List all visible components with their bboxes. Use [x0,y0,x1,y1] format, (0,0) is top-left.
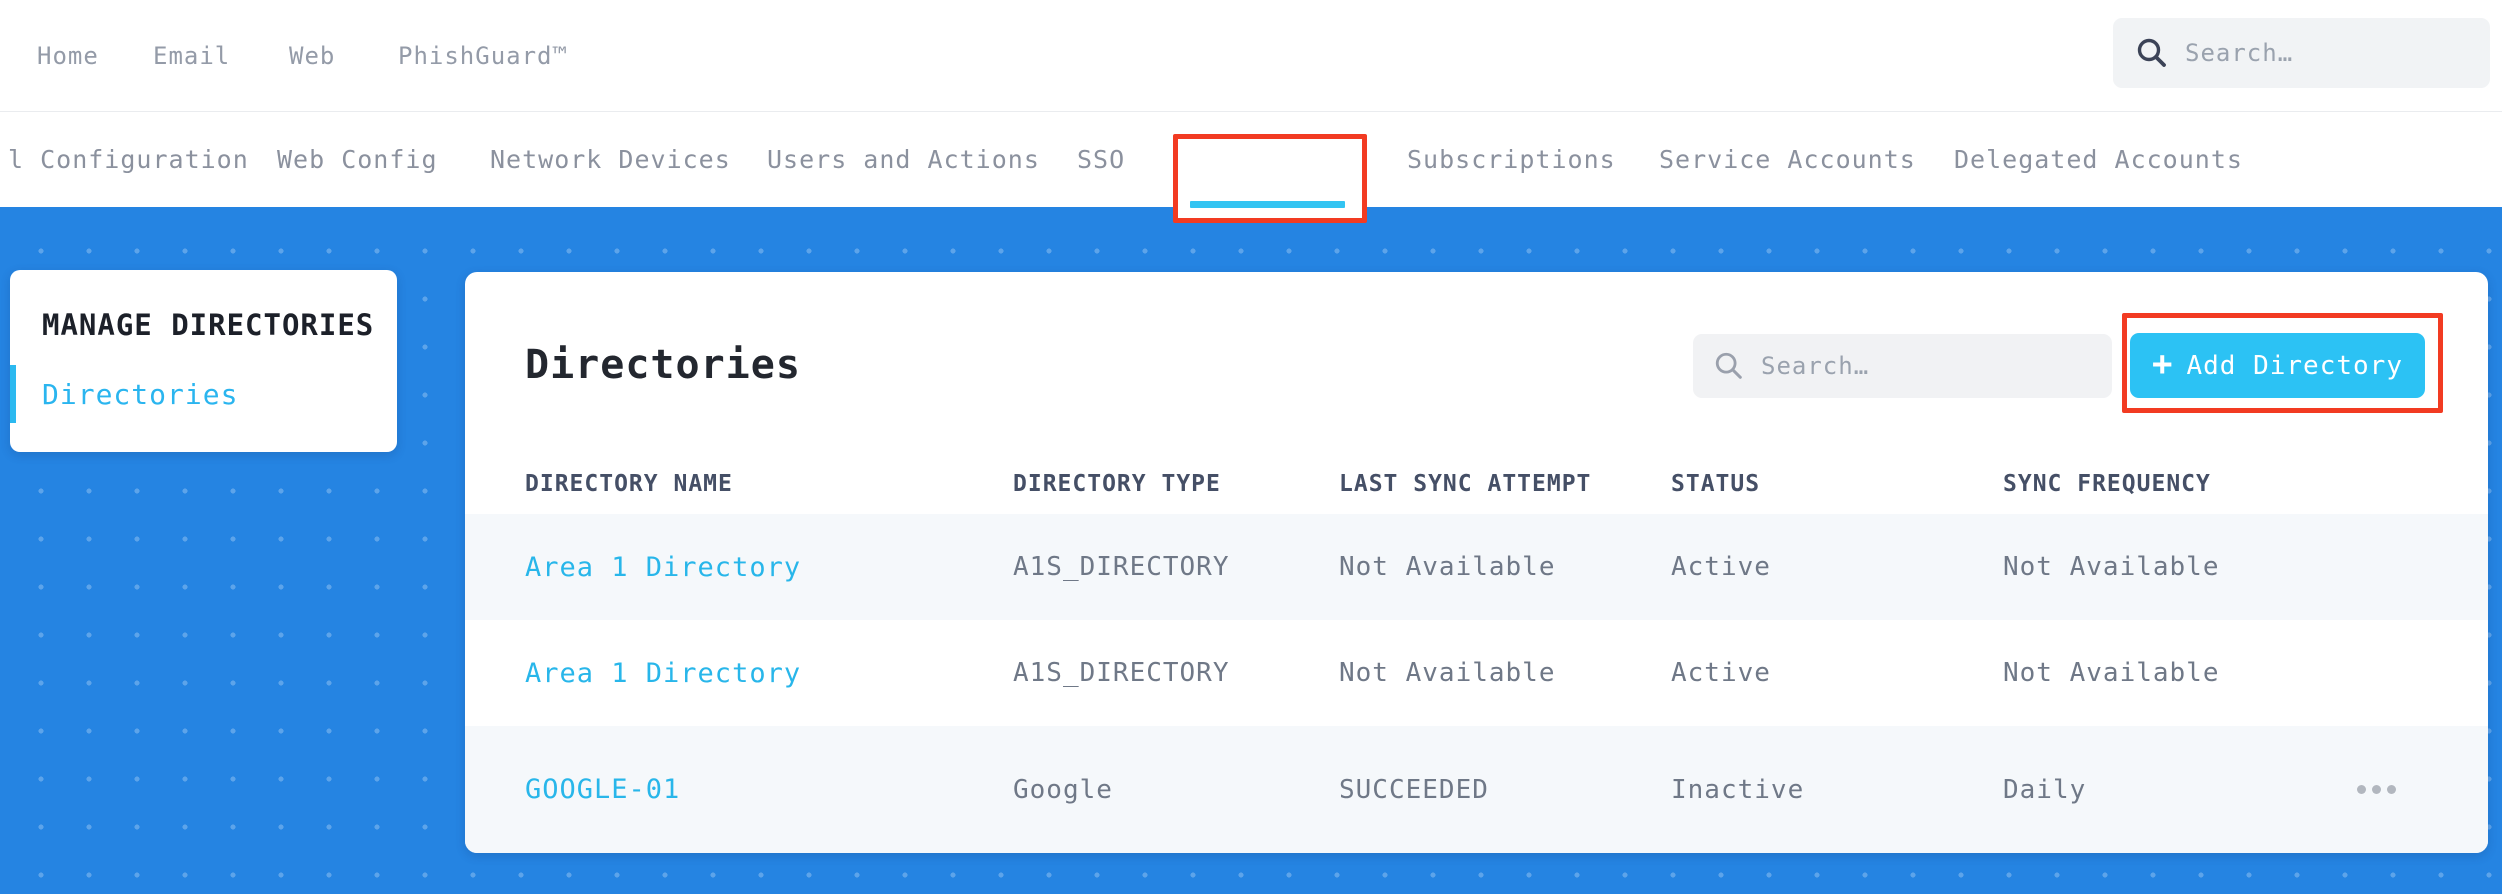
page: Home Email Web PhishGuard™ l Configurati… [0,0,2502,894]
column-header-directory-type: DIRECTORY TYPE [1013,471,1221,497]
global-search[interactable] [2113,18,2490,88]
column-header-status: STATUS [1671,471,1761,497]
column-header-sync-frequency: SYNC FREQUENCY [2003,471,2211,497]
top-navigation-bar: Home Email Web PhishGuard™ [0,0,2502,112]
sidebar-item-directories[interactable]: Directories [42,378,238,411]
directory-type-cell: A1S_DIRECTORY [1013,552,1230,582]
manage-directories-panel: MANAGE DIRECTORIES Directories [10,270,397,452]
tab-service-accounts[interactable]: Service Accounts [1659,113,1916,207]
status-cell: Active [1671,658,1771,688]
status-cell: Active [1671,552,1771,582]
last-sync-attempt-cell: Not Available [1339,552,1556,582]
tab-subscriptions[interactable]: Subscriptions [1407,113,1616,207]
tab-web-config[interactable]: Web Config [277,113,438,207]
tab-network-devices[interactable]: Network Devices [490,113,731,207]
sync-frequency-cell: Not Available [2003,658,2220,688]
directory-name-link[interactable]: Area 1 Directory [525,658,1013,689]
status-cell: Inactive [1671,774,1805,805]
ellipsis-icon [2357,785,2396,794]
directory-type-cell: Google [1013,774,1113,805]
table-row: Area 1 Directory A1S_DIRECTORY Not Avail… [465,620,2488,726]
directories-card: Directories + Add Directory DIRECTORY NA… [465,272,2488,853]
plus-icon: + [2152,344,2173,384]
directory-type-cell: A1S_DIRECTORY [1013,658,1230,688]
tab-sso[interactable]: SSO [1077,113,1125,207]
directory-name-link[interactable]: Area 1 Directory [525,552,1013,583]
search-icon [1715,352,1742,379]
page-title: Directories [525,342,801,388]
column-header-last-sync-attempt: LAST SYNC ATTEMPT [1339,471,1592,497]
add-directory-label: Add Directory [2186,350,2403,381]
directory-name-link[interactable]: GOOGLE-01 [525,774,1013,805]
column-header-directory-name: DIRECTORY NAME [525,471,733,497]
row-actions-menu-button[interactable] [2355,785,2448,794]
global-search-input[interactable] [2185,39,2434,67]
active-item-indicator-bar [10,365,16,423]
table-row: Area 1 Directory A1S_DIRECTORY Not Avail… [465,514,2488,620]
tab-email-configuration[interactable]: l Configuration [8,113,249,207]
tab-directories[interactable]: Directories [1189,113,1366,207]
nav-item-home[interactable]: Home [37,0,99,112]
nav-item-email[interactable]: Email [153,0,230,112]
add-directory-button[interactable]: + Add Directory [2130,333,2425,398]
panel-title: MANAGE DIRECTORIES [42,308,375,342]
tab-users-and-actions[interactable]: Users and Actions [767,113,1040,207]
directories-search[interactable] [1693,334,2112,398]
sync-frequency-cell: Not Available [2003,552,2220,582]
tab-delegated-accounts[interactable]: Delegated Accounts [1954,113,2243,207]
last-sync-attempt-cell: SUCCEEDED [1339,774,1489,805]
active-tab-underline [1190,201,1345,208]
directories-search-input[interactable] [1761,352,2041,380]
table-header-row: DIRECTORY NAME DIRECTORY TYPE LAST SYNC … [465,455,2488,513]
sync-frequency-cell: Daily [2003,774,2087,805]
settings-tab-bar: l Configuration Web Config Network Devic… [0,113,2502,207]
table-row: GOOGLE-01 Google SUCCEEDED Inactive Dail… [465,726,2488,853]
nav-item-phishguard[interactable]: PhishGuard™ [398,0,568,112]
nav-item-web[interactable]: Web [289,0,335,112]
search-icon [2137,38,2166,67]
last-sync-attempt-cell: Not Available [1339,658,1556,688]
